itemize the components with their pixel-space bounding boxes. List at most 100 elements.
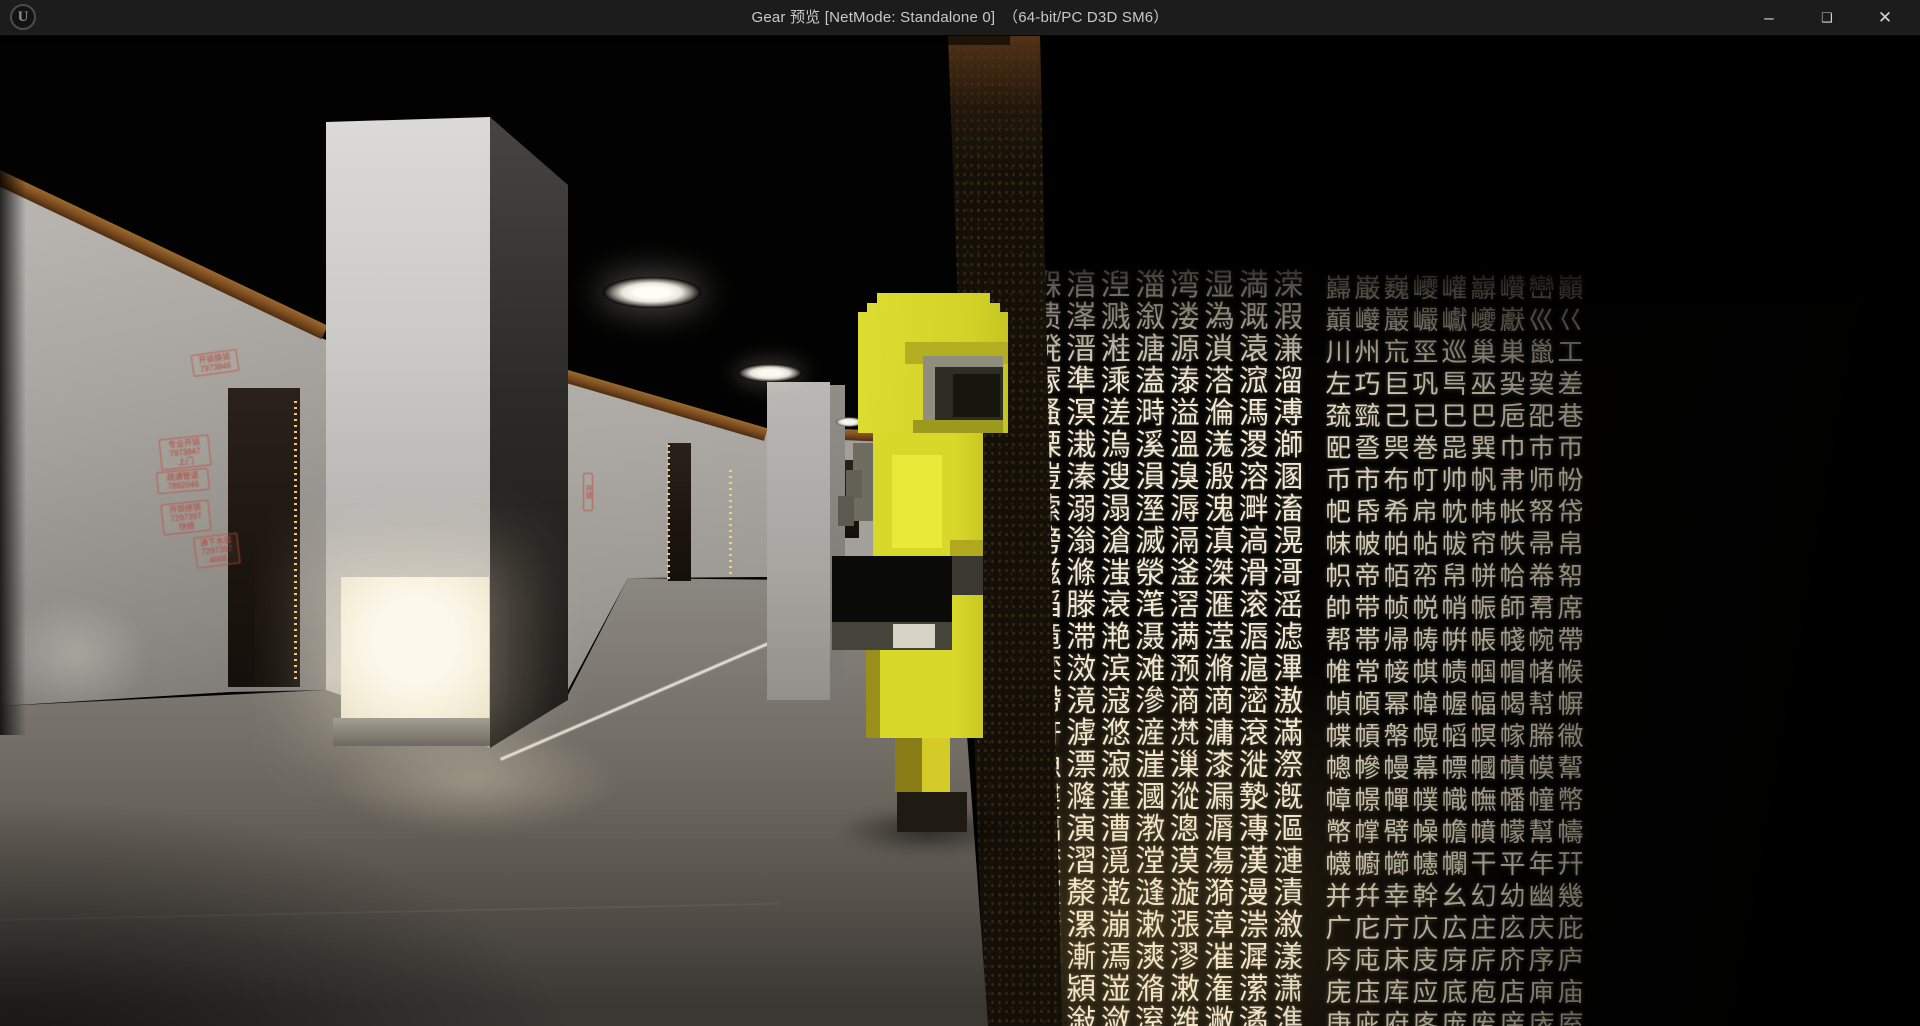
maximize-button[interactable]: ❑: [1798, 0, 1856, 35]
wall-character: 巘: [1440, 305, 1469, 337]
wall-text-row: 巋巌巍巎巏巐巑巒巓: [1324, 273, 1585, 305]
wall-character: 帝: [1353, 561, 1382, 593]
wall-character: 幠: [1469, 785, 1498, 817]
wall-character: 潄: [1168, 974, 1203, 1006]
wall-character: 帹: [1382, 657, 1411, 689]
wall-character: 漕: [1099, 814, 1134, 846]
wall-character: 溉: [1237, 302, 1272, 334]
wall-character: 漏: [1202, 782, 1237, 814]
wall-character: 床: [1382, 945, 1411, 977]
game-viewport[interactable]: 湹湺湻湼湽湾湿満溁溂溃溄溅溆溇溈溉溊溋溌溍溎溏源溑溒溓溔溕準溗溘溙溚溛溜溝溞溟溠…: [0, 35, 1920, 1026]
wall-character: 漂: [1064, 750, 1099, 782]
wall-character: 溬: [1202, 430, 1237, 462]
wall-character: 巸: [1324, 433, 1353, 465]
window-titlebar[interactable]: U Gear 预览 [NetMode: Standalone 0] （64-bi…: [0, 0, 1920, 36]
wall-character: 帛: [1556, 529, 1585, 561]
character-feet: [897, 792, 967, 832]
wall-character: 漈: [1271, 750, 1306, 782]
wall-character: 庌: [1440, 945, 1469, 977]
wall-character: 溶: [1237, 462, 1272, 494]
character-body-highlight: [892, 455, 942, 548]
wall-character: 漬: [1271, 878, 1306, 910]
wall-character: 溢: [1168, 398, 1203, 430]
wall-character: 州: [1353, 337, 1382, 369]
wall-character: 差: [1556, 369, 1585, 401]
wall-character: 庐: [1556, 945, 1585, 977]
wall-character: 帢: [1498, 561, 1527, 593]
wall-character: 滍: [1099, 558, 1134, 590]
wall-character: 幾: [1556, 881, 1585, 913]
ceiling-light: [603, 277, 701, 308]
wall-character: 溟: [1064, 398, 1099, 430]
wall-character: 巺: [1382, 433, 1411, 465]
wall-character: 帵: [1527, 625, 1556, 657]
wall-character: 漸: [1064, 942, 1099, 974]
wall-character: 潃: [1133, 974, 1168, 1006]
wall-character: 帒: [1556, 497, 1585, 529]
wall-character: 潁: [1064, 974, 1099, 1006]
wall-character: 庋: [1411, 945, 1440, 977]
wall-character: 幙: [1527, 753, 1556, 785]
wall-character: 幕: [1411, 753, 1440, 785]
wall-character: 潐: [1271, 1006, 1306, 1026]
wall-character: 巠: [1411, 337, 1440, 369]
wall-character: 庅: [1498, 913, 1527, 945]
wall-character: 帬: [1527, 593, 1556, 625]
wall-character: 滒: [1271, 558, 1306, 590]
wall-character: 幯: [1382, 849, 1411, 881]
wall-character: 巡: [1440, 337, 1469, 369]
wall-character: 滑: [1237, 558, 1272, 590]
wall-character: 巿: [1527, 433, 1556, 465]
wall-character: 滧: [1064, 654, 1099, 686]
wall-character: 溎: [1099, 334, 1134, 366]
wall-text-row: 幉幊幋幌幍幎幏幐幑: [1324, 721, 1585, 753]
wall-character: 溘: [1133, 366, 1168, 398]
wall-character: 溜: [1271, 366, 1306, 398]
wall-character: 滶: [1271, 686, 1306, 718]
wall-character: 滻: [1133, 718, 1168, 750]
wall-character: 幃: [1411, 689, 1440, 721]
wall-character: 幝: [1382, 785, 1411, 817]
wall-character: 漾: [1271, 942, 1306, 974]
wall-character: 巎: [1411, 273, 1440, 305]
wall-character: 滪: [1168, 654, 1203, 686]
wall-character: 幚: [1556, 753, 1585, 785]
wall-character: 漟: [1133, 846, 1168, 878]
wall-character: 幉: [1324, 721, 1353, 753]
wall-character: 溿: [1237, 494, 1272, 526]
wall-character: 幂: [1382, 689, 1411, 721]
wall-character: 帥: [1324, 593, 1353, 625]
wall-character: 漡: [1202, 846, 1237, 878]
wall-character: 帺: [1411, 657, 1440, 689]
wall-character: 潇: [1271, 974, 1306, 1006]
wall-character: 溑: [1202, 334, 1237, 366]
wall-character: 底: [1440, 977, 1469, 1009]
wall-character: 漙: [1237, 814, 1272, 846]
character-hand-highlight: [893, 624, 935, 648]
wall-character: 庡: [1527, 1009, 1556, 1026]
wall-character: 己: [1382, 401, 1411, 433]
wall-character: 溓: [1271, 334, 1306, 366]
wall-character: 巋: [1324, 273, 1353, 305]
wall-character: 帟: [1411, 561, 1440, 593]
close-button[interactable]: ✕: [1856, 0, 1914, 35]
wall-character: 帼: [1469, 657, 1498, 689]
minimize-button[interactable]: –: [1740, 0, 1798, 35]
wall-character: 滚: [1237, 590, 1272, 622]
wall-character: 潅: [1202, 974, 1237, 1006]
wall-character: 巤: [1527, 337, 1556, 369]
wall-character: 溊: [1271, 302, 1306, 334]
wall-character: 滇: [1202, 526, 1237, 558]
wall-character: 幧: [1411, 817, 1440, 849]
wall-character: 溱: [1064, 462, 1099, 494]
wall-character: 幇: [1527, 689, 1556, 721]
wall-character: 帊: [1324, 497, 1353, 529]
wall-character: 溇: [1168, 302, 1203, 334]
wall-character: 溴: [1168, 462, 1203, 494]
wall-character: 巻: [1411, 433, 1440, 465]
wall-character: 潌: [1133, 1006, 1168, 1026]
wall-text-row: 帓帔帕帖帗帘帙帚帛: [1324, 529, 1585, 561]
wall-character: 庎: [1498, 945, 1527, 977]
poster-line: 开锁: [584, 475, 592, 509]
wall-character: 巵: [1498, 401, 1527, 433]
